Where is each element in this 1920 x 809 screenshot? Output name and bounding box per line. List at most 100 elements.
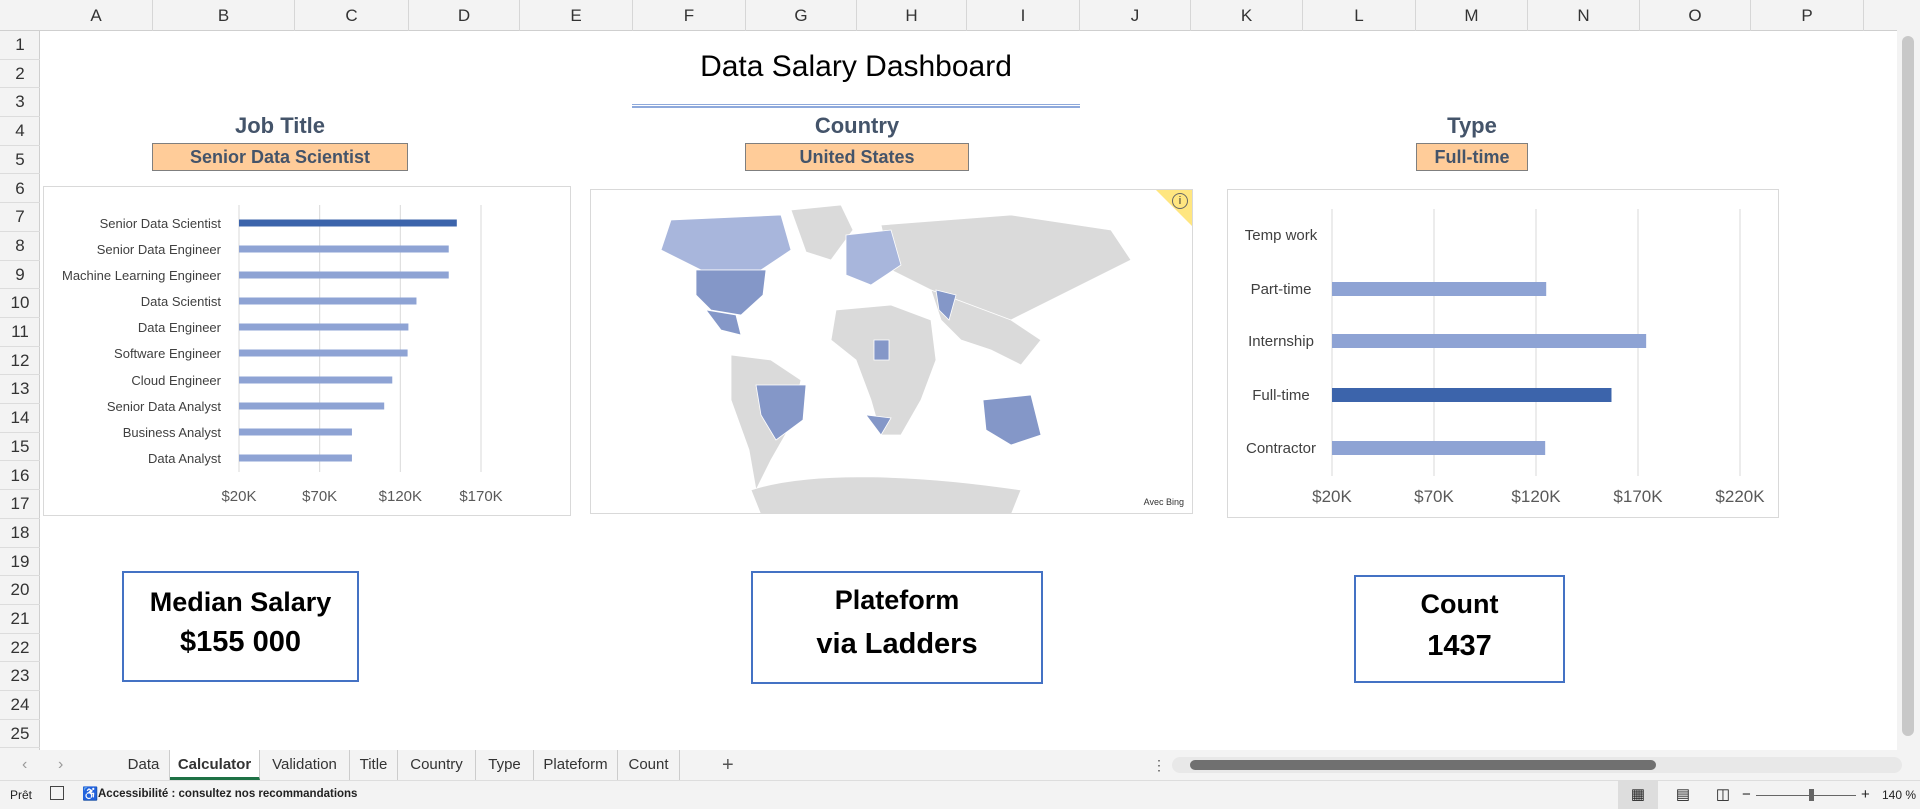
platform-card: Plateform via Ladders	[751, 571, 1043, 684]
sheet-tab-calculator[interactable]: Calculator	[170, 750, 260, 780]
row-header[interactable]: 20	[0, 576, 40, 605]
row-header[interactable]: 2	[0, 60, 40, 89]
page-layout-view-icon[interactable]: ▤	[1668, 781, 1698, 809]
column-headers: ABCDEFGHIJKLMNOP	[0, 0, 1920, 31]
category-label: Data Analyst	[148, 451, 221, 466]
column-header[interactable]: N	[1528, 0, 1640, 31]
row-header[interactable]: 22	[0, 634, 40, 663]
row-header[interactable]: 19	[0, 548, 40, 577]
sheet-tab-validation[interactable]: Validation	[260, 750, 350, 780]
category-label: Software Engineer	[114, 346, 222, 361]
sheet-tab-country[interactable]: Country	[398, 750, 476, 780]
map-credit: Avec Bing	[1143, 497, 1184, 507]
column-header[interactable]: G	[746, 0, 857, 31]
row-header[interactable]: 9	[0, 261, 40, 290]
map-united-states	[695, 269, 767, 316]
zoom-in-button[interactable]: +	[1861, 786, 1870, 803]
row-header[interactable]: 11	[0, 318, 40, 347]
info-icon[interactable]: i	[1172, 193, 1188, 209]
zoom-slider[interactable]	[1756, 795, 1856, 796]
sheet-tab-data[interactable]: Data	[118, 750, 170, 780]
row-header[interactable]: 6	[0, 175, 40, 204]
bar-cloud-engineer	[239, 376, 393, 384]
category-label: Senior Data Engineer	[97, 242, 222, 257]
job-title-label: Job Title	[234, 113, 326, 138]
job-title-select[interactable]: Senior Data Scientist	[152, 143, 408, 171]
row-header[interactable]: 4	[0, 117, 40, 146]
column-header[interactable]: I	[967, 0, 1080, 31]
vertical-scrollbar[interactable]	[1897, 0, 1920, 750]
row-header[interactable]: 23	[0, 662, 40, 692]
category-label: Full-time	[1252, 387, 1310, 404]
prev-sheet-arrow-icon[interactable]: ‹	[22, 750, 27, 780]
column-header[interactable]: E	[520, 0, 633, 31]
horizontal-scroll-thumb[interactable]	[1190, 760, 1656, 770]
sheet-tab-title[interactable]: Title	[350, 750, 398, 780]
row-header[interactable]: 24	[0, 691, 40, 720]
country-select[interactable]: United States	[745, 143, 969, 171]
page-break-view-icon[interactable]: ◫	[1708, 781, 1738, 809]
column-header[interactable]: L	[1303, 0, 1416, 31]
add-sheet-button[interactable]: +	[722, 750, 734, 780]
job-title-salary-chart[interactable]: $20K $70K $120K $170K Senior Data Scientist S…	[43, 186, 571, 516]
vertical-scroll-thumb[interactable]	[1902, 36, 1914, 736]
x-tick-label: $20K	[1312, 487, 1352, 506]
sheet-tab-type[interactable]: Type	[476, 750, 534, 780]
median-salary-value: $155 000	[180, 626, 301, 658]
accessibility-icon[interactable]: ♿	[82, 786, 98, 802]
row-header[interactable]: 21	[0, 605, 40, 634]
next-sheet-arrow-icon[interactable]: ›	[58, 750, 63, 780]
x-tick-label: $20K	[221, 488, 256, 505]
country-map-chart[interactable]: i Avec Bing	[590, 189, 1193, 514]
column-header[interactable]: P	[1751, 0, 1864, 31]
row-header[interactable]: 10	[0, 289, 40, 318]
row-header[interactable]: 16	[0, 462, 40, 491]
column-header[interactable]: B	[153, 0, 295, 31]
x-tick-label: $70K	[302, 488, 337, 505]
category-label: Data Engineer	[138, 320, 222, 335]
normal-view-icon[interactable]: ▦	[1618, 781, 1658, 809]
accessibility-status[interactable]: Accessibilité : consultez nos recommanda…	[98, 788, 357, 800]
x-tick-label: $70K	[1414, 487, 1454, 506]
zoom-level[interactable]: 140 %	[1882, 788, 1916, 802]
row-header[interactable]: 5	[0, 146, 40, 175]
bar-contractor	[1332, 441, 1546, 455]
sheet-tab-count[interactable]: Count	[618, 750, 680, 780]
column-header[interactable]: M	[1416, 0, 1528, 31]
row-header[interactable]: 8	[0, 232, 40, 261]
row-header[interactable]: 25	[0, 720, 40, 749]
sheet-tab-bar: ‹ › Data Calculator Validation Title Country…	[0, 750, 1920, 780]
category-label: Part-time	[1251, 281, 1312, 298]
row-header[interactable]: 14	[0, 404, 40, 433]
column-header[interactable]: K	[1191, 0, 1303, 31]
column-header[interactable]: J	[1080, 0, 1191, 31]
column-header[interactable]: F	[633, 0, 746, 31]
row-header[interactable]: 17	[0, 490, 40, 519]
row-header[interactable]: 3	[0, 88, 40, 118]
zoom-out-button[interactable]: −	[1742, 786, 1751, 803]
row-header[interactable]: 15	[0, 433, 40, 462]
column-header[interactable]: A	[40, 0, 153, 31]
type-select[interactable]: Full-time	[1416, 143, 1528, 171]
column-header[interactable]: C	[295, 0, 409, 31]
macro-record-icon[interactable]	[50, 786, 64, 800]
status-ready: Prêt	[10, 788, 33, 802]
x-tick-label: $220K	[1715, 487, 1765, 506]
row-header[interactable]: 12	[0, 347, 40, 376]
column-header[interactable]: H	[857, 0, 967, 31]
count-label: Count	[1420, 589, 1499, 619]
column-header[interactable]: O	[1640, 0, 1751, 31]
row-header[interactable]: 1	[0, 31, 40, 60]
tab-options-icon[interactable]: ⋮	[1152, 750, 1166, 780]
x-tick-label: $120K	[1511, 487, 1561, 506]
row-header[interactable]: 13	[0, 375, 40, 405]
row-header[interactable]: 7	[0, 203, 40, 232]
horizontal-scrollbar[interactable]	[1172, 757, 1902, 773]
type-salary-chart[interactable]: $20K $70K $120K $170K $220K Temp work Part-tim…	[1227, 189, 1779, 518]
row-header[interactable]: 18	[0, 519, 40, 548]
column-header[interactable]: D	[409, 0, 520, 31]
zoom-slider-thumb[interactable]	[1809, 789, 1814, 801]
status-bar: Prêt ♿ Accessibilité : consultez nos rec…	[0, 780, 1920, 809]
category-label: Contractor	[1246, 440, 1316, 457]
sheet-tab-plateform[interactable]: Plateform	[534, 750, 618, 780]
